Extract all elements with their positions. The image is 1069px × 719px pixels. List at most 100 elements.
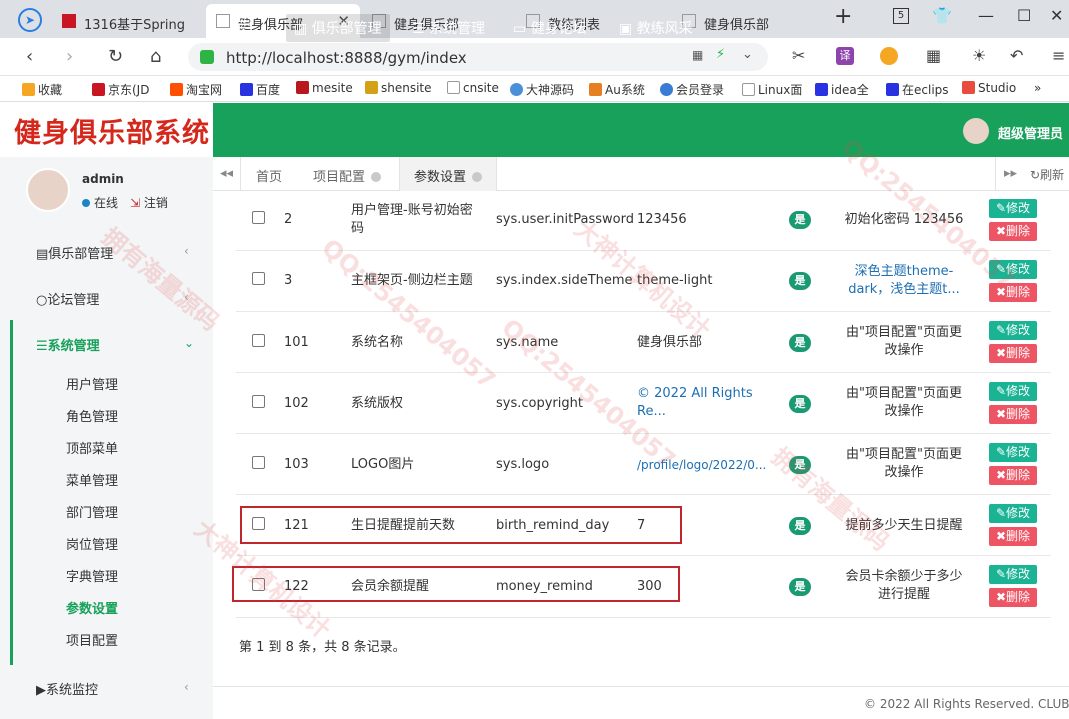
close-tab-icon[interactable] [472,172,483,182]
sidebar-subitem-menus[interactable]: 菜单管理 [66,470,118,489]
edit-button[interactable]: ✎修改 [989,565,1037,584]
tab-scroll-right-icon[interactable]: ▸▸ [995,157,1025,191]
chevron-down-icon[interactable]: ⌄ [742,47,753,62]
delete-button[interactable]: ✖删除 [989,405,1037,424]
translate-icon[interactable]: 译 [836,47,854,65]
sidebar-item-club[interactable]: ▤俱乐部管理 [36,243,113,262]
back-icon[interactable]: ‹ [26,46,33,67]
bookmark-item[interactable]: 收藏 [22,81,62,98]
delete-button[interactable]: ✖删除 [989,466,1037,485]
qr-icon[interactable]: ▦ [692,48,703,62]
bookmark-item[interactable]: cnsite [447,81,499,95]
sidebar-item-monitor[interactable]: ▶系统监控 [36,679,98,698]
bookmark-item[interactable]: shensite [365,81,432,95]
delete-button[interactable]: ✖删除 [989,222,1037,241]
url-field[interactable]: http://localhost:8888/gym/index ▦ ⚡ ⌄ [188,43,768,71]
reload-icon[interactable]: ↻ [108,46,123,67]
sidebar-subitem-users[interactable]: 用户管理 [66,374,118,393]
maximize-icon[interactable]: ☐ [1017,6,1031,25]
tab-params[interactable]: 参数设置 [414,166,483,185]
new-tab-button[interactable]: + [834,4,852,29]
topnav-system[interactable]: ☰ 系统管理 [412,18,485,38]
sidebar-username: admin [82,172,124,186]
delete-button[interactable]: ✖删除 [989,344,1037,363]
bookmark-item[interactable]: 会员登录 [660,81,724,98]
close-tab-icon[interactable] [371,172,382,182]
bookmark-item[interactable]: 百度 [240,81,280,98]
bookmark-item[interactable]: 大神源码 [510,81,574,98]
delete-button[interactable]: ✖删除 [989,527,1037,546]
home-icon[interactable]: ⌂ [150,46,161,67]
sidebar-subitem-top-menu[interactable]: 顶部菜单 [66,438,118,457]
edit-button[interactable]: ✎修改 [989,443,1037,462]
sidebar-subitem-params[interactable]: 参数设置 [66,598,118,617]
delete-button[interactable]: ✖删除 [989,588,1037,607]
topnav-coach[interactable]: ▣ 教练风采 [619,18,693,38]
bookmark-item[interactable]: 淘宝网 [170,81,222,98]
bookmark-item[interactable]: 京东(JD [92,81,149,98]
topnav-forum[interactable]: ▭ 健身论坛 [513,18,587,38]
scissors-icon[interactable]: ✂ [792,46,805,65]
row-checkbox[interactable] [252,272,265,285]
edit-button[interactable]: ✎修改 [989,321,1037,340]
bookmark-favicon-icon [92,83,105,96]
file-icon: ▤ [36,247,49,262]
image-icon: ▣ [619,21,637,37]
param-remark: 深色主题theme-dark，浅色主题t... [848,264,960,297]
tab-project-config[interactable]: 项目配置 [313,166,382,185]
sidebar-item-system[interactable]: ☰系统管理 [36,335,100,354]
bookmark-item[interactable]: idea全 [815,81,869,98]
keyboard-icon: ▭ [513,21,531,37]
delete-icon: ✖ [995,407,1007,421]
delete-icon: ✖ [995,346,1007,360]
logout-icon: ⇲ [130,196,144,210]
edit-button[interactable]: ✎修改 [989,504,1037,523]
row-checkbox[interactable] [252,211,265,224]
edit-button[interactable]: ✎修改 [989,260,1037,279]
logout-link[interactable]: ⇲ 注销 [130,194,168,211]
bookmark-item[interactable]: 在eclips [886,81,949,98]
tab-home[interactable]: 首页 [256,166,282,185]
row-checkbox[interactable] [252,334,265,347]
edit-button[interactable]: ✎修改 [989,199,1037,218]
close-window-icon[interactable]: ✕ [1050,6,1063,25]
row-checkbox[interactable] [252,395,265,408]
builtin-badge: 是 [789,272,811,290]
bookmark-item[interactable]: Studio [962,81,1016,95]
user-avatar[interactable] [963,118,989,144]
minimize-icon[interactable]: — [978,6,994,25]
bookmark-item[interactable]: Au系统 [589,81,645,98]
browser-logo-icon[interactable]: ➤ [18,8,42,32]
bookmark-item[interactable]: Linux面 [742,81,802,98]
sidebar-subitem-departments[interactable]: 部门管理 [66,502,118,521]
shirt-icon[interactable]: 👕 [932,6,952,25]
star-icon [22,83,35,96]
browser-tab[interactable]: 健身俱乐部 [672,4,822,38]
more-bookmarks-icon[interactable]: » [1034,81,1041,95]
current-user-name[interactable]: 超级管理员 [998,123,1063,142]
tab-scroll-left-icon[interactable]: ◂◂ [213,157,241,191]
sidebar-subitem-project-config[interactable]: 项目配置 [66,630,118,649]
refresh-button[interactable]: ↻刷新 [1030,166,1064,183]
delete-button[interactable]: ✖删除 [989,283,1037,302]
row-checkbox[interactable] [252,456,265,469]
browser-tab[interactable]: 1316基于Spring [52,4,202,38]
sidebar-subitem-roles[interactable]: 角色管理 [66,406,118,425]
sidebar-subitem-dict[interactable]: 字典管理 [66,566,118,585]
edit-button[interactable]: ✎修改 [989,382,1037,401]
lightning-icon[interactable]: ⚡ [716,47,725,62]
menu-icon[interactable]: ≡ [1052,46,1065,65]
forward-icon[interactable]: › [66,46,73,67]
url-text: http://localhost:8888/gym/index [226,49,467,67]
sidebar-subitem-posts[interactable]: 岗位管理 [66,534,118,553]
brightness-icon[interactable]: ☀ [972,46,986,65]
topnav-club[interactable]: ▥ 俱乐部管理 [286,14,390,42]
grid-icon[interactable]: ▦ [926,46,941,65]
tab-count-badge[interactable]: 5 [893,8,909,24]
sidebar-toggle-icon[interactable]: ≡ [236,14,251,35]
edit-icon: ✎ [995,262,1007,276]
sidebar-item-forum[interactable]: ○论坛管理 [36,289,99,308]
undo-icon[interactable]: ↶ [1010,46,1023,65]
bookmark-item[interactable]: mesite [296,81,353,95]
coin-icon[interactable] [880,47,898,65]
